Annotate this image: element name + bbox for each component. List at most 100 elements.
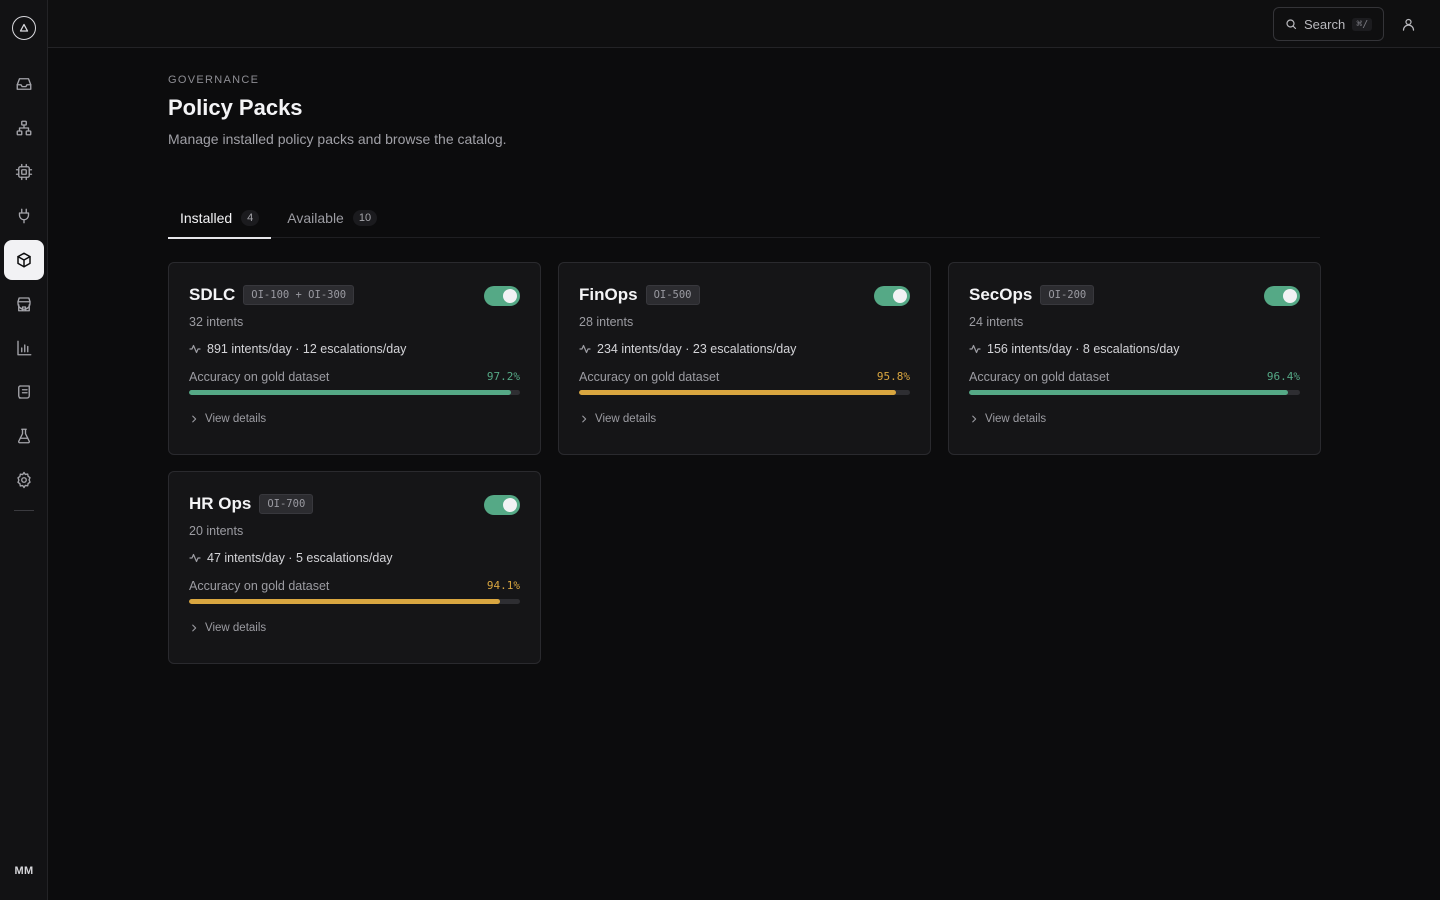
topbar: Search ⌘/ — [48, 0, 1440, 48]
scroll-icon — [18, 385, 30, 399]
pack-activity: 156 intents/day · 8 escalations/day — [969, 342, 1300, 356]
search-icon — [1286, 19, 1297, 30]
avatar[interactable]: MM — [8, 857, 40, 885]
chip-icon — [15, 163, 33, 181]
activity-icon — [969, 344, 981, 354]
policy-pack-card: SecOps OI-200 24 intents 156 intents/day… — [948, 262, 1321, 455]
chevron-right-icon — [192, 624, 197, 632]
sidebar-item-audit-log[interactable] — [4, 372, 44, 412]
activity-icon — [189, 344, 201, 354]
accuracy-bar — [969, 390, 1300, 395]
pack-name: SecOps — [969, 285, 1033, 304]
pack-enabled-toggle[interactable] — [874, 286, 910, 306]
pack-intent-count: 32 intents — [189, 315, 244, 329]
pack-enabled-toggle[interactable] — [1264, 286, 1300, 306]
accuracy-bar — [579, 390, 910, 395]
page-subtitle: Manage installed policy packs and browse… — [168, 131, 507, 147]
sidebar-item-hierarchy[interactable] — [4, 108, 44, 148]
sidebar-item-integrations[interactable] — [4, 196, 44, 236]
tab-label: Installed — [180, 209, 233, 226]
page-title: Policy Packs — [168, 95, 303, 120]
hierarchy-icon — [16, 120, 32, 136]
logo-icon[interactable] — [12, 16, 36, 40]
sidebar-item-analytics[interactable] — [4, 328, 44, 368]
policy-pack-card: HR Ops OI-700 20 intents 47 intents/day … — [168, 471, 541, 664]
package-icon — [17, 252, 31, 268]
pack-code-badge: OI-200 — [1040, 285, 1095, 305]
sidebar-item-chip[interactable] — [4, 152, 44, 192]
chevron-right-icon — [972, 415, 977, 423]
pack-code-badge: OI-700 — [259, 494, 314, 514]
pack-activity-text: 234 intents/day · 23 escalations/day — [597, 342, 797, 356]
accuracy-value: 94.1% — [486, 579, 520, 592]
pack-enabled-toggle[interactable] — [484, 495, 520, 515]
pack-intent-count: 24 intents — [969, 315, 1024, 329]
accuracy-bar — [189, 599, 520, 604]
policy-pack-card: SDLC OI-100 + OI-300 32 intents 891 inte… — [168, 262, 541, 455]
view-details-link[interactable]: View details — [189, 622, 520, 634]
user-menu-button[interactable] — [1398, 14, 1418, 34]
pack-intent-count: 20 intents — [189, 524, 244, 538]
accuracy-bar-fill — [969, 390, 1289, 395]
pack-code-badge: OI-500 — [645, 285, 700, 305]
accuracy-bar-fill — [189, 390, 511, 395]
pack-code-badge: OI-100 + OI-300 — [243, 285, 355, 305]
accuracy-bar-fill — [189, 599, 501, 604]
sidebar-item-inbox[interactable] — [4, 64, 44, 104]
flask-icon — [18, 428, 30, 444]
bar-chart-icon — [17, 340, 32, 356]
accuracy-label: Accuracy on gold dataset — [579, 370, 720, 384]
section-eyebrow: GOVERNANCE — [168, 74, 260, 86]
sidebar-item-marketplace[interactable] — [4, 284, 44, 324]
policy-pack-card: FinOps OI-500 28 intents 234 intents/day… — [558, 262, 931, 455]
activity-icon — [189, 553, 201, 563]
plug-icon — [18, 208, 30, 224]
pack-activity-text: 156 intents/day · 8 escalations/day — [987, 342, 1180, 356]
accuracy-value: 97.2% — [486, 370, 520, 383]
search-label: Search — [1304, 16, 1346, 32]
accuracy-value: 96.4% — [1266, 370, 1300, 383]
store-icon — [17, 297, 31, 312]
view-details-label: View details — [205, 622, 267, 634]
pack-activity-text: 891 intents/day · 12 escalations/day — [207, 342, 407, 356]
view-details-link[interactable]: View details — [189, 413, 520, 425]
chevron-right-icon — [582, 415, 587, 423]
tab-installed[interactable]: Installed 4 — [168, 197, 272, 239]
main-content: GOVERNANCE Policy Packs Manage installed… — [168, 48, 1321, 664]
pack-enabled-toggle[interactable] — [484, 286, 520, 306]
accuracy-label: Accuracy on gold dataset — [969, 370, 1110, 384]
view-details-link[interactable]: View details — [579, 413, 910, 425]
policy-pack-grid: SDLC OI-100 + OI-300 32 intents 891 inte… — [168, 262, 1321, 664]
view-details-link[interactable]: View details — [969, 413, 1300, 425]
pack-name: SDLC — [189, 285, 236, 304]
view-details-label: View details — [205, 413, 267, 425]
chevron-right-icon — [192, 415, 197, 423]
pack-name: HR Ops — [189, 494, 252, 513]
sidebar: MM — [0, 0, 48, 900]
gear-icon — [17, 471, 31, 489]
sidebar-item-evals[interactable] — [4, 416, 44, 456]
search-shortcut: ⌘/ — [1352, 17, 1373, 31]
accuracy-value: 95.8% — [876, 370, 910, 383]
tab-label: Available — [287, 209, 344, 226]
view-details-label: View details — [595, 413, 657, 425]
accuracy-bar — [189, 390, 520, 395]
pack-activity-text: 47 intents/day · 5 escalations/day — [207, 551, 393, 565]
pack-activity: 891 intents/day · 12 escalations/day — [189, 342, 520, 356]
accuracy-bar-fill — [579, 390, 897, 395]
accuracy-label: Accuracy on gold dataset — [189, 370, 330, 384]
activity-icon — [579, 344, 591, 354]
sidebar-divider — [14, 510, 34, 511]
pack-name: FinOps — [579, 285, 638, 304]
sidebar-item-policy-packs[interactable] — [4, 240, 44, 280]
tab-available[interactable]: Available 10 — [275, 197, 389, 238]
user-icon — [1402, 18, 1414, 31]
tab-count-badge: 10 — [352, 209, 378, 226]
pack-activity: 47 intents/day · 5 escalations/day — [189, 551, 520, 565]
sidebar-item-settings[interactable] — [4, 460, 44, 500]
tab-bar: Installed 4 Available 10 — [168, 197, 1320, 239]
pack-intent-count: 28 intents — [579, 315, 634, 329]
search-button[interactable]: Search ⌘/ — [1273, 7, 1384, 41]
view-details-label: View details — [985, 413, 1047, 425]
accuracy-label: Accuracy on gold dataset — [189, 579, 330, 593]
